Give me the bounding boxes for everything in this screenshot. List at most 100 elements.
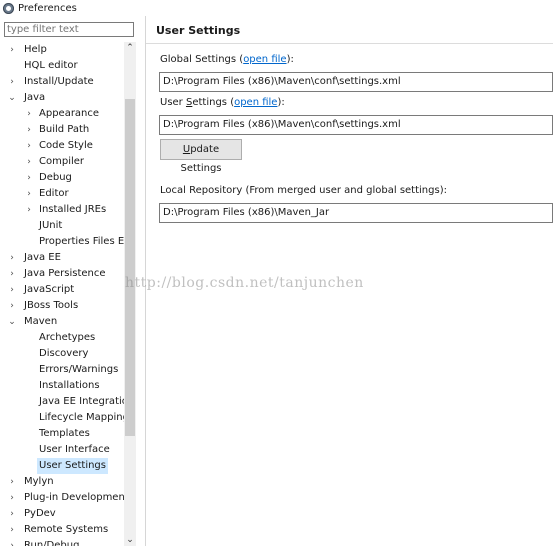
tree-item-label: Run/Debug xyxy=(24,540,80,546)
tree-item[interactable]: › Java EE xyxy=(0,250,124,266)
tree-item[interactable]: › Mylyn xyxy=(0,474,124,490)
chevron-right-icon[interactable]: › xyxy=(24,154,34,170)
chevron-down-icon[interactable]: ⌄ xyxy=(7,314,17,330)
tree-item[interactable]: › Installed JREs xyxy=(0,202,124,218)
tree-scrollbar[interactable]: ⌃ ⌄ xyxy=(124,42,136,546)
chevron-right-icon[interactable]: › xyxy=(7,538,17,546)
tree-item-label: Lifecycle Mapping xyxy=(39,412,124,423)
watermark-text: http://blog.csdn.net/tanjunchen xyxy=(125,275,364,291)
chevron-right-icon[interactable]: › xyxy=(7,250,17,266)
tree-item[interactable]: ⌄ Maven xyxy=(0,314,124,330)
chevron-right-icon[interactable]: › xyxy=(7,282,17,298)
tree-item-label: Help xyxy=(24,44,47,55)
chevron-right-icon[interactable]: › xyxy=(7,474,17,490)
title-bar: Preferences xyxy=(0,0,553,16)
tree-item[interactable]: Properties Files Ed xyxy=(0,234,124,250)
tree-item[interactable]: HQL editor xyxy=(0,58,124,74)
tree-item[interactable]: › Editor xyxy=(0,186,124,202)
chevron-right-icon[interactable]: › xyxy=(24,122,34,138)
tree-item-label: Templates xyxy=(39,428,90,439)
tree-item[interactable]: › Plug-in Development xyxy=(0,490,124,506)
scrollbar-thumb[interactable] xyxy=(125,99,135,436)
tree-item[interactable]: Archetypes xyxy=(0,330,124,346)
chevron-right-icon[interactable]: › xyxy=(24,138,34,154)
chevron-right-icon[interactable]: › xyxy=(7,522,17,538)
tree-item[interactable]: › Appearance xyxy=(0,106,124,122)
tree-item-label: Java EE xyxy=(24,252,61,263)
chevron-right-icon[interactable]: › xyxy=(24,202,34,218)
tree-item[interactable]: Installations xyxy=(0,378,124,394)
chevron-right-icon[interactable]: › xyxy=(7,266,17,282)
scroll-down-icon[interactable]: ⌄ xyxy=(124,534,136,546)
tree-item[interactable]: › Build Path xyxy=(0,122,124,138)
tree-item-label: Install/Update xyxy=(24,76,94,87)
tree-item-label: Properties Files Ed xyxy=(39,236,124,247)
global-settings-label: Global Settings (open file): xyxy=(160,54,294,65)
tree-item-label: User Settings xyxy=(37,458,108,474)
tree-item[interactable]: Templates xyxy=(0,426,124,442)
tree-item-label: User Interface xyxy=(39,444,110,455)
filter-input[interactable] xyxy=(4,22,134,37)
tree-item-label: Archetypes xyxy=(39,332,96,343)
tree-item[interactable]: › Code Style xyxy=(0,138,124,154)
tree-item-label: Build Path xyxy=(39,124,90,135)
tree-item[interactable]: User Settings xyxy=(0,458,124,474)
page-title: User Settings xyxy=(156,24,241,37)
tree-item-label: Mylyn xyxy=(24,476,54,487)
tree-item[interactable]: JUnit xyxy=(0,218,124,234)
tree-item-label: Debug xyxy=(39,172,72,183)
header-divider xyxy=(146,43,553,44)
update-settings-button[interactable]: Update Settings xyxy=(160,139,242,174)
tree-item-label: Discovery xyxy=(39,348,89,359)
chevron-down-icon[interactable]: ⌄ xyxy=(7,90,17,106)
tree-item-label: JavaScript xyxy=(24,284,75,295)
tree-item-label: JBoss Tools xyxy=(24,300,79,311)
chevron-right-icon[interactable]: › xyxy=(7,74,17,90)
tree-item-label: Plug-in Development xyxy=(24,492,124,503)
tree-item[interactable]: ⌄ Java xyxy=(0,90,124,106)
tree-item[interactable]: Errors/Warnings xyxy=(0,362,124,378)
tree-item[interactable]: Java EE Integratio xyxy=(0,394,124,410)
tree-item[interactable]: › Install/Update xyxy=(0,74,124,90)
user-settings-path-field[interactable]: D:\Program Files (x86)\Maven\conf\settin… xyxy=(159,115,553,135)
global-open-file-link[interactable]: open file xyxy=(243,54,286,65)
chevron-right-icon[interactable]: › xyxy=(7,298,17,314)
tree-item[interactable]: › PyDev xyxy=(0,506,124,522)
tree-item-label: Java EE Integratio xyxy=(39,396,124,407)
tree-item-label: JUnit xyxy=(39,220,63,231)
tree-item-label: Maven xyxy=(24,316,58,327)
global-settings-path-field[interactable]: D:\Program Files (x86)\Maven\conf\settin… xyxy=(159,72,553,92)
chevron-right-icon[interactable]: › xyxy=(24,186,34,202)
tree-item[interactable]: User Interface xyxy=(0,442,124,458)
tree-item[interactable]: › JavaScript xyxy=(0,282,124,298)
tree-item[interactable]: Discovery xyxy=(0,346,124,362)
tree-item[interactable]: › JBoss Tools xyxy=(0,298,124,314)
tree-item-label: Remote Systems xyxy=(24,524,109,535)
window-title: Preferences xyxy=(18,2,77,14)
eclipse-app-icon xyxy=(3,2,14,14)
tree-item[interactable]: Lifecycle Mapping xyxy=(0,410,124,426)
local-repository-path-field: D:\Program Files (x86)\Maven_Jar xyxy=(159,203,553,223)
scroll-up-icon[interactable]: ⌃ xyxy=(124,42,136,54)
tree-item-label: Editor xyxy=(39,188,69,199)
user-open-file-link[interactable]: open file xyxy=(234,97,277,108)
tree-item-label: PyDev xyxy=(24,508,56,519)
tree-item[interactable]: › Remote Systems xyxy=(0,522,124,538)
chevron-right-icon[interactable]: › xyxy=(24,106,34,122)
preferences-tree: › Help HQL editor › Install/Update ⌄ Java › Appe… xyxy=(0,42,124,546)
local-repository-label: Local Repository (From merged user and g… xyxy=(160,185,447,196)
chevron-right-icon[interactable]: › xyxy=(7,506,17,522)
tree-item[interactable]: › Java Persistence xyxy=(0,266,124,282)
chevron-right-icon[interactable]: › xyxy=(7,42,17,58)
tree-item[interactable]: › Debug xyxy=(0,170,124,186)
tree-item[interactable]: › Help xyxy=(0,42,124,58)
tree-item-label: Errors/Warnings xyxy=(39,364,119,375)
chevron-right-icon[interactable]: › xyxy=(24,170,34,186)
tree-item-label: Java Persistence xyxy=(24,268,106,279)
tree-item[interactable]: › Run/Debug xyxy=(0,538,124,546)
tree-item[interactable]: › Compiler xyxy=(0,154,124,170)
tree-item-label: Installations xyxy=(39,380,100,391)
chevron-right-icon[interactable]: › xyxy=(7,490,17,506)
tree-item-label: Code Style xyxy=(39,140,93,151)
tree-item-label: HQL editor xyxy=(24,60,78,71)
